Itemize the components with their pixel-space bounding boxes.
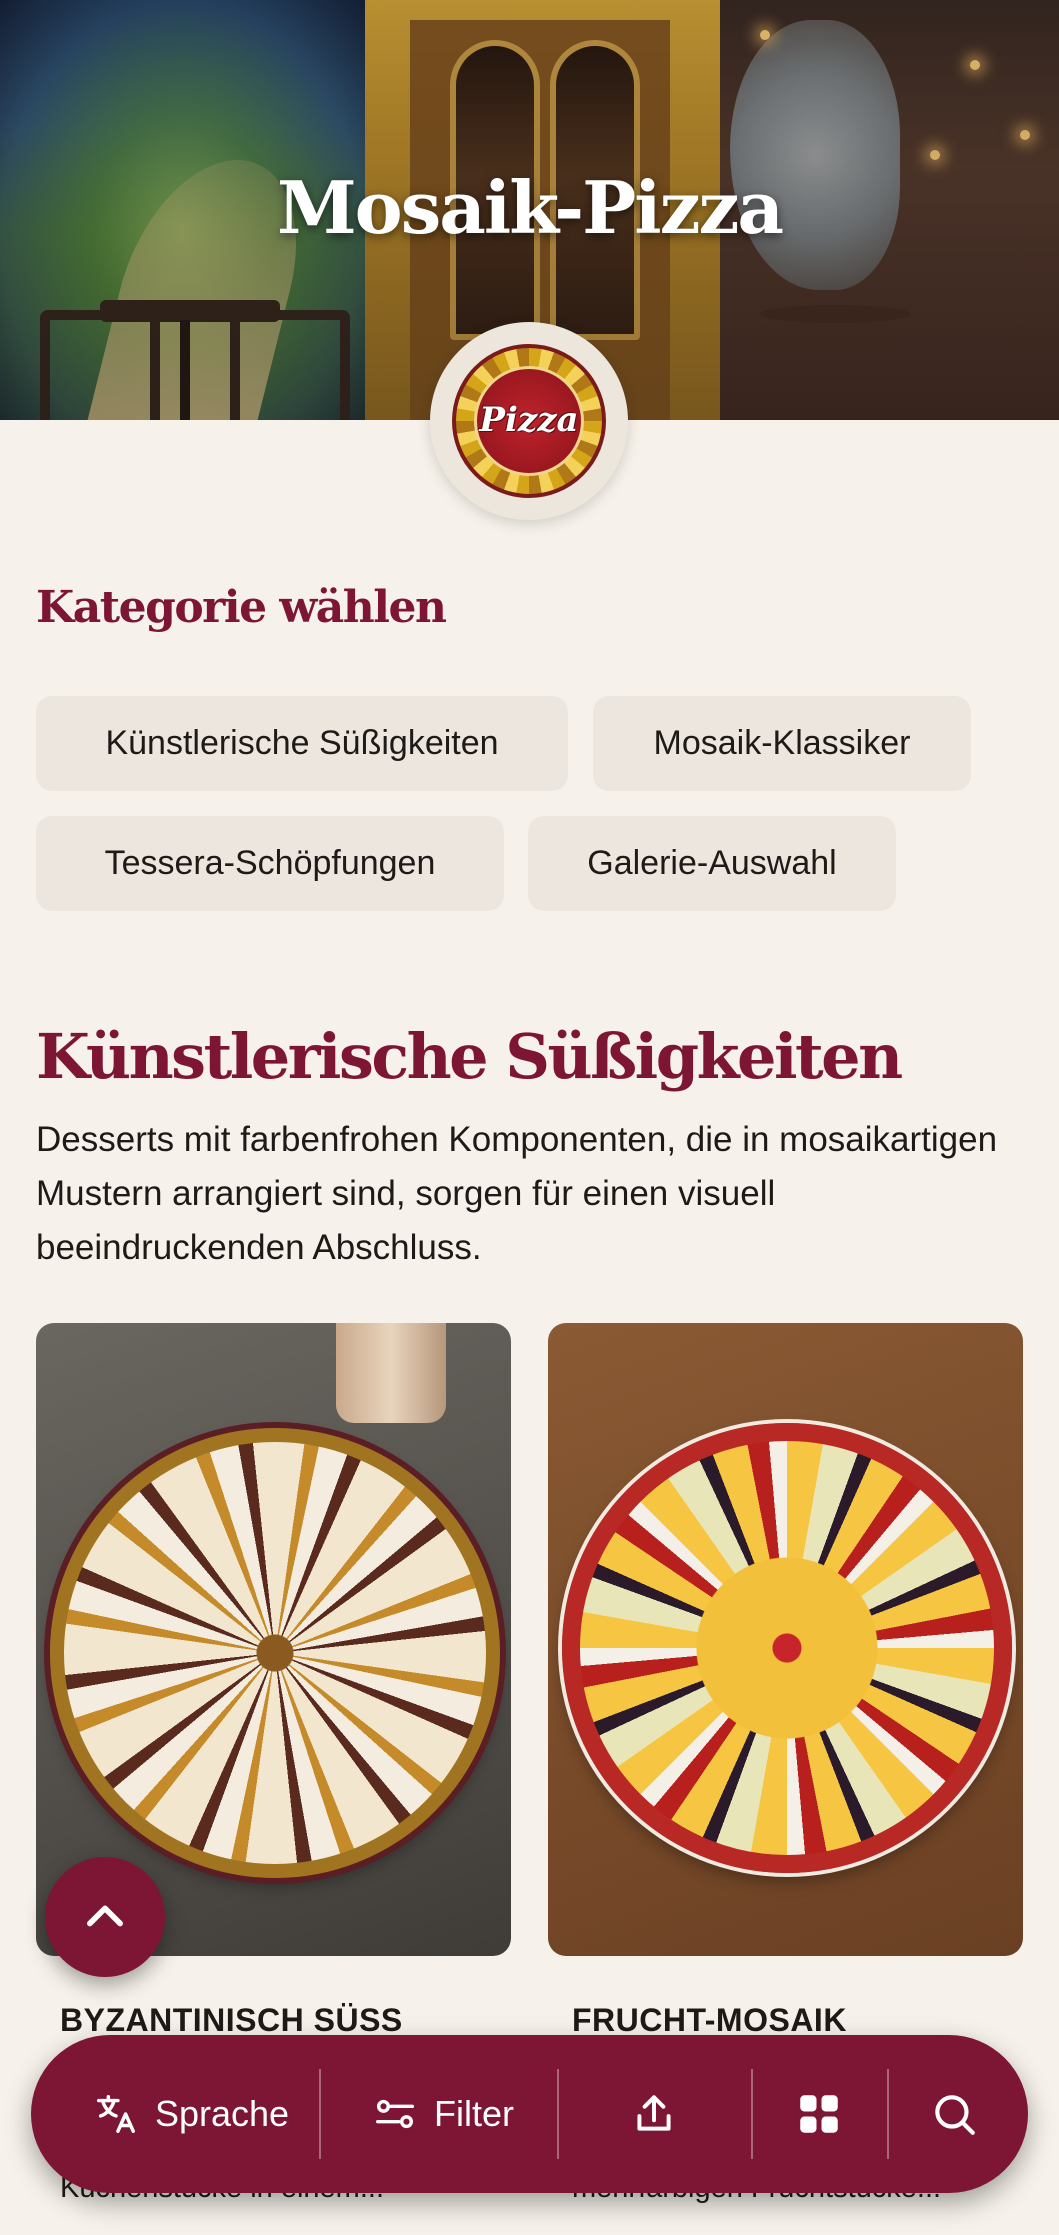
section-description: Desserts mit farbenfrohen Komponenten, d…	[36, 1120, 998, 1267]
share-icon	[637, 2095, 671, 2131]
bottom-toolbar: Sprache Filter	[31, 2035, 1028, 2193]
category-chip-tessera-schoepfungen[interactable]: Tessera-Schöpfungen	[36, 816, 504, 911]
dessert-card-title[interactable]: FRUCHT-MOSAIK	[572, 2002, 847, 2039]
category-heading: Kategorie wählen	[36, 582, 447, 633]
search-icon	[935, 2095, 975, 2135]
chevron-up-icon	[87, 1905, 123, 1927]
category-chip-galerie-auswahl[interactable]: Galerie-Auswahl	[528, 816, 896, 911]
restaurant-logo: Pizza	[430, 322, 628, 520]
dessert-card-image-frucht-mosaik[interactable]	[548, 1323, 1023, 1956]
share-button[interactable]	[559, 2035, 749, 2193]
toolbar-divider	[319, 2069, 321, 2159]
filter-button[interactable]: Filter	[329, 2035, 557, 2193]
section-title: Künstlerische Süßigkeiten	[36, 1020, 903, 1093]
grid-view-button[interactable]	[753, 2035, 885, 2193]
translate-icon	[96, 2095, 135, 2133]
language-label: Sprache	[154, 2093, 290, 2134]
logo-text: Pizza	[479, 400, 579, 440]
filter-sliders-icon	[376, 2099, 414, 2129]
language-button[interactable]: Sprache	[71, 2035, 311, 2193]
page-title: Mosaik-Pizza	[276, 165, 784, 250]
filter-label: Filter	[434, 2093, 514, 2134]
scroll-to-top-button[interactable]	[45, 1857, 165, 1977]
category-chip-mosaik-klassiker[interactable]: Mosaik-Klassiker	[593, 696, 971, 791]
search-button[interactable]	[889, 2035, 1019, 2193]
grid-icon	[800, 2095, 838, 2133]
category-chip-kuenstlerische-suessigkeiten[interactable]: Künstlerische Süßigkeiten	[36, 696, 568, 791]
dessert-card-title[interactable]: BYZANTINISCH SÜSS	[60, 2002, 403, 2039]
